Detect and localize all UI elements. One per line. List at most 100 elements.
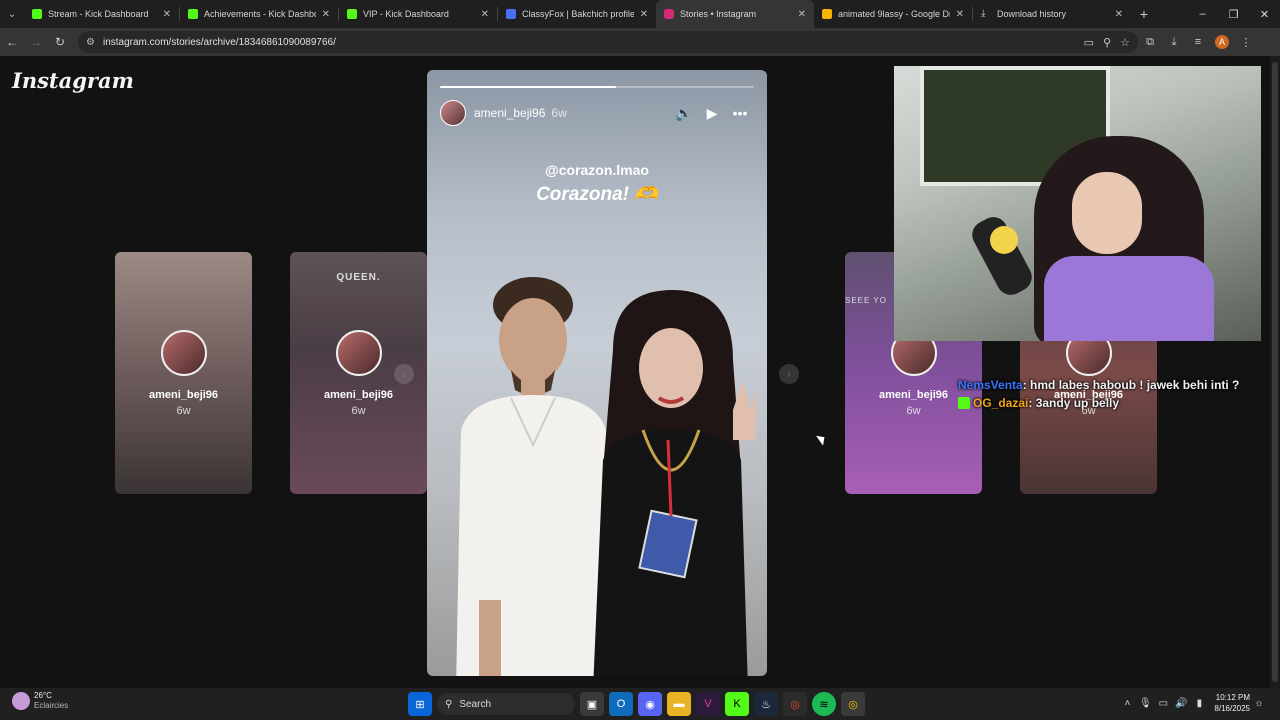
webcam-streamer-top <box>1044 256 1214 341</box>
spotify-icon[interactable]: ≋ <box>812 692 836 716</box>
tab-achievements-kick[interactable]: Achievements - Kick Dashboard ✕ <box>180 0 338 28</box>
downloads-icon[interactable]: ⤓ <box>1162 36 1186 49</box>
close-tab-icon[interactable]: ✕ <box>798 9 806 20</box>
close-tab-icon[interactable]: ✕ <box>481 9 489 20</box>
close-tab-icon[interactable]: ✕ <box>322 9 330 20</box>
discord-icon[interactable]: ◉ <box>638 692 662 716</box>
tab-classyfox-profile[interactable]: ClassyFox | Bakchich profile | B ✕ <box>498 0 656 28</box>
thumbnail-username: ameni_beji96 <box>323 389 394 401</box>
battery-icon[interactable]: ▮ <box>1190 698 1208 709</box>
more-options-icon[interactable]: ••• <box>726 105 754 121</box>
url-text[interactable]: instagram.com/stories/archive/1834686109… <box>103 37 336 48</box>
scrollbar-thumb[interactable] <box>1272 62 1278 682</box>
steam-icon[interactable]: ♨ <box>754 692 778 716</box>
new-tab-button[interactable]: + <box>1131 6 1157 22</box>
window-controls: – ❐ ✕ <box>1187 0 1280 28</box>
search-placeholder: Search <box>459 698 492 710</box>
volume-icon[interactable]: 🔊 <box>1172 698 1190 709</box>
back-button[interactable]: ← <box>0 30 24 54</box>
microphone-icon[interactable]: 🎙 <box>1136 698 1154 709</box>
windows-taskbar: 26°C Eclaircies ⊞ ⚲ Search ▣ O ◉ ▬ V K ♨ … <box>0 688 1280 720</box>
weather-widget[interactable]: 26°C Eclaircies <box>12 691 68 711</box>
instagram-favicon-icon <box>664 9 674 19</box>
tab-label: ClassyFox | Bakchich profile | B <box>522 9 634 19</box>
tab-label: Download history <box>997 9 1067 19</box>
weather-icon <box>12 692 30 710</box>
site-info-icon[interactable]: ⚙ <box>86 37 95 48</box>
browser-menu-icon[interactable]: ⋮ <box>1234 36 1258 49</box>
thumbnail-overlay-text: SEEE YO <box>845 296 887 305</box>
tab-download-history[interactable]: ⤓ Download history ✕ <box>973 0 1131 28</box>
page-scrollbar[interactable] <box>1270 56 1280 688</box>
thumbnail-username: ameni_beji96 <box>148 389 219 401</box>
system-clock[interactable]: 10:12 PM 8/16/2025 <box>1214 692 1250 714</box>
chat-text: : 3andy up belly <box>1028 396 1120 410</box>
mouse-cursor-icon <box>816 432 828 446</box>
address-bar[interactable]: ⚙ instagram.com/stories/archive/18346861… <box>78 31 1138 53</box>
close-tab-icon[interactable]: ✕ <box>163 9 171 20</box>
tab-stream-kick[interactable]: Stream - Kick Dashboard ✕ <box>24 0 179 28</box>
weather-temperature: 26°C <box>34 691 52 700</box>
bookmark-star-icon[interactable]: ☆ <box>1120 36 1130 49</box>
minimize-icon[interactable]: – <box>1187 0 1218 28</box>
next-story-button[interactable]: › <box>779 364 799 384</box>
chrome-icon[interactable]: ◎ <box>783 692 807 716</box>
profile-avatar[interactable]: A <box>1215 35 1229 49</box>
tab-search-icon[interactable]: ⌄ <box>0 0 24 28</box>
plush-toy <box>990 226 1018 254</box>
zoom-icon[interactable]: ⚲ <box>1103 36 1111 49</box>
windows-start-icon[interactable]: ⊞ <box>408 692 432 716</box>
notifications-icon[interactable]: ☼ <box>1250 698 1268 709</box>
kick-favicon-icon <box>347 9 357 19</box>
browser-tab-strip: ⌄ Stream - Kick Dashboard ✕ Achievements… <box>0 0 1280 28</box>
chat-text: : hmd labes haboub ! jawek behi inti ? <box>1022 378 1240 392</box>
story-progress-fill <box>440 86 616 88</box>
taskbar-search[interactable]: ⚲ Search <box>437 693 575 715</box>
close-tab-icon[interactable]: ✕ <box>956 9 964 20</box>
media-controls-icon[interactable]: ≡ <box>1186 36 1210 48</box>
stream-chat-overlay: NemsVenta : hmd labes haboub ! jawek beh… <box>958 376 1239 412</box>
instagram-logo[interactable]: Instagram <box>12 68 134 93</box>
story-thumbnail[interactable]: ameni_beji96 6w <box>115 252 252 494</box>
close-tab-icon[interactable]: ✕ <box>1115 9 1123 20</box>
tab-vip-kick[interactable]: VIP - Kick Dashboard ✕ <box>339 0 497 28</box>
task-view-icon[interactable]: ▣ <box>580 692 604 716</box>
avatar <box>336 330 382 376</box>
play-icon[interactable]: ▶ <box>698 105 726 122</box>
chat-message: NemsVenta : hmd labes haboub ! jawek beh… <box>958 376 1239 394</box>
active-story[interactable]: ameni_beji96 6w 🔈 ▶ ••• @corazon.lmao Co… <box>427 70 767 676</box>
reload-button[interactable]: ↻ <box>48 30 72 54</box>
story-header: ameni_beji96 6w 🔈 ▶ ••• <box>440 100 754 126</box>
tab-label: Achievements - Kick Dashboard <box>204 9 316 19</box>
close-window-icon[interactable]: ✕ <box>1249 0 1280 28</box>
thumbnail-time: 6w <box>176 405 191 417</box>
forward-button[interactable]: → <box>24 30 48 54</box>
premiere-icon[interactable]: V <box>696 692 720 716</box>
network-icon[interactable]: ▭ <box>1154 698 1172 709</box>
story-mention[interactable]: @corazon.lmao <box>427 162 767 178</box>
chat-username: OG_dazai <box>973 396 1029 410</box>
close-tab-icon[interactable]: ✕ <box>640 9 648 20</box>
chat-username: NemsVenta <box>958 378 1023 392</box>
extensions-icon[interactable]: ⧉ <box>1138 36 1162 49</box>
thumbnail-overlay-text: QUEEN. <box>336 272 381 283</box>
chat-message: OG_dazai : 3andy up belly <box>958 394 1239 412</box>
tab-google-drive[interactable]: animated 9lassy - Google Drive ✕ <box>814 0 972 28</box>
cast-icon[interactable]: ▭ <box>1084 36 1094 49</box>
chrome-active-icon[interactable]: ◎ <box>841 692 865 716</box>
restore-icon[interactable]: ❐ <box>1218 0 1249 28</box>
file-explorer-icon[interactable]: ▬ <box>667 692 691 716</box>
webcam-streamer-face <box>1072 172 1142 254</box>
thumbnail-time: 6w <box>351 405 366 417</box>
outlook-icon[interactable]: O <box>609 692 633 716</box>
avatar[interactable] <box>440 100 466 126</box>
profile-favicon-icon <box>506 9 516 19</box>
volume-icon[interactable]: 🔈 <box>670 105 698 122</box>
kick-app-icon[interactable]: K <box>725 692 749 716</box>
taskbar-apps: ⊞ ⚲ Search ▣ O ◉ ▬ V K ♨ ◎ ≋ ◎ <box>408 692 865 716</box>
story-username[interactable]: ameni_beji96 <box>474 106 545 120</box>
previous-story-button[interactable]: ‹ <box>394 364 414 384</box>
search-icon: ⚲ <box>445 698 453 710</box>
chevron-up-icon[interactable]: ˄ <box>1118 698 1136 709</box>
tab-instagram-stories[interactable]: Stories • Instagram ✕ <box>656 0 814 28</box>
